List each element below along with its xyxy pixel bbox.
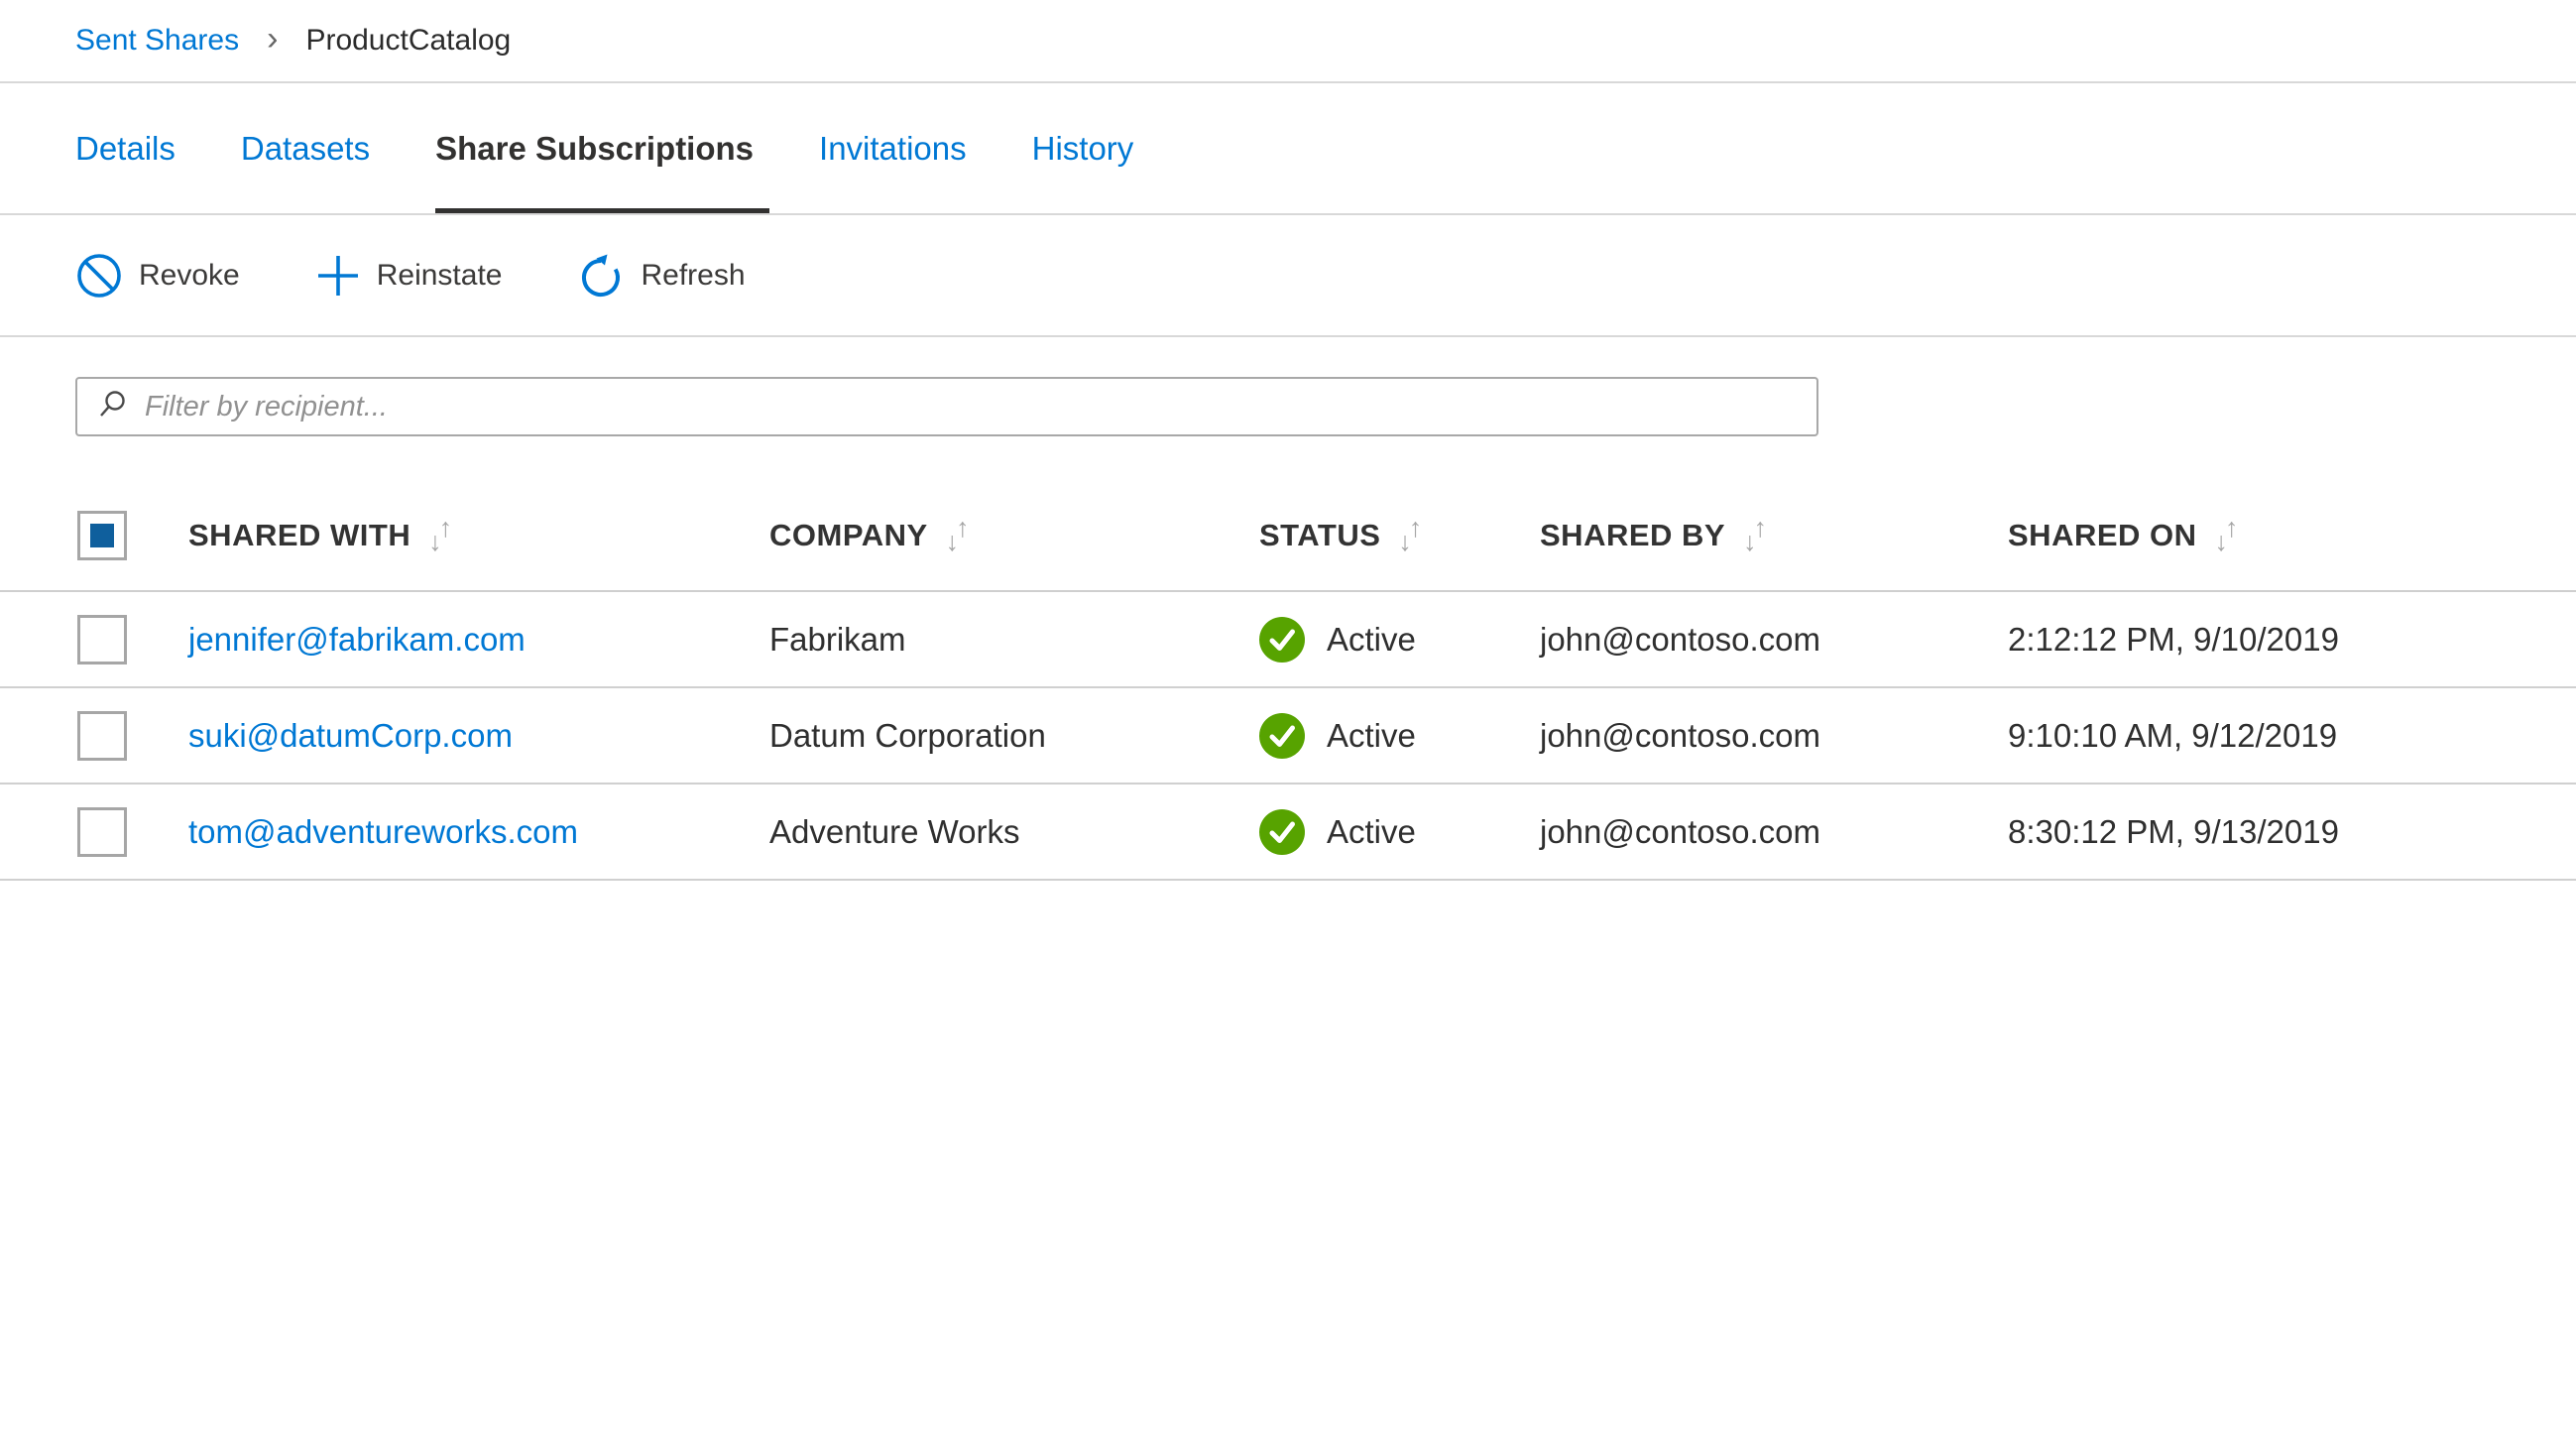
tab-details[interactable]: Details xyxy=(75,83,176,213)
checkbox-indeterminate-mark xyxy=(90,524,114,547)
tab-history[interactable]: History xyxy=(1032,83,1134,213)
column-header-shared-with[interactable]: SHARED WITH ↓↑ xyxy=(188,480,769,591)
tab-bar: Details Datasets Share Subscriptions Inv… xyxy=(0,83,2576,215)
blocked-circle-icon xyxy=(75,252,123,300)
refresh-label: Refresh xyxy=(641,259,745,293)
tab-invitations[interactable]: Invitations xyxy=(819,83,967,213)
tab-share-subscriptions[interactable]: Share Subscriptions xyxy=(435,83,754,213)
table-header-row: SHARED WITH ↓↑ COMPANY ↓↑ STATUS ↓↑ SHAR… xyxy=(0,480,2576,591)
filter-box xyxy=(75,377,1818,436)
reinstate-button[interactable]: Reinstate xyxy=(315,253,503,299)
reinstate-label: Reinstate xyxy=(377,259,503,293)
row-checkbox[interactable] xyxy=(77,711,127,761)
search-icon xyxy=(97,389,145,425)
shared-by-cell: john@contoso.com xyxy=(1540,591,2008,687)
refresh-button[interactable]: Refresh xyxy=(577,252,745,300)
sort-icon: ↓↑ xyxy=(946,520,970,550)
row-checkbox[interactable] xyxy=(77,807,127,857)
shared-on-cell: 2:12:12 PM, 9/10/2019 xyxy=(2008,591,2576,687)
plus-icon xyxy=(315,253,361,299)
breadcrumb-current-page: ProductCatalog xyxy=(305,24,511,58)
sort-icon: ↓↑ xyxy=(1398,520,1422,550)
column-header-shared-on[interactable]: SHARED ON ↓↑ xyxy=(2008,480,2576,591)
company-cell: Datum Corporation xyxy=(769,687,1259,784)
status-active-icon xyxy=(1259,617,1305,663)
shared-with-link[interactable]: jennifer@fabrikam.com xyxy=(188,621,526,658)
shared-on-cell: 9:10:10 AM, 9/12/2019 xyxy=(2008,687,2576,784)
shared-on-cell: 8:30:12 PM, 9/13/2019 xyxy=(2008,784,2576,880)
column-header-shared-by[interactable]: SHARED BY ↓↑ xyxy=(1540,480,2008,591)
sort-icon: ↓↑ xyxy=(428,520,452,550)
breadcrumb-sent-shares-link[interactable]: Sent Shares xyxy=(75,24,239,58)
status-label: Active xyxy=(1327,621,1416,659)
share-subscriptions-table: SHARED WITH ↓↑ COMPANY ↓↑ STATUS ↓↑ SHAR… xyxy=(0,480,2576,881)
chevron-right-icon: › xyxy=(267,22,278,56)
shared-by-cell: john@contoso.com xyxy=(1540,687,2008,784)
company-cell: Fabrikam xyxy=(769,591,1259,687)
revoke-button[interactable]: Revoke xyxy=(75,252,240,300)
shared-with-link[interactable]: suki@datumCorp.com xyxy=(188,717,513,754)
status-active-icon xyxy=(1259,713,1305,759)
status-label: Active xyxy=(1327,813,1416,851)
column-header-company[interactable]: COMPANY ↓↑ xyxy=(769,480,1259,591)
status-label: Active xyxy=(1327,717,1416,755)
column-header-status[interactable]: STATUS ↓↑ xyxy=(1259,480,1540,591)
tab-datasets[interactable]: Datasets xyxy=(241,83,370,213)
filter-by-recipient-input[interactable] xyxy=(145,379,1797,434)
company-cell: Adventure Works xyxy=(769,784,1259,880)
refresh-icon xyxy=(577,252,625,300)
command-bar: Revoke Reinstate Refresh xyxy=(0,215,2576,337)
select-all-checkbox[interactable] xyxy=(77,511,127,560)
shared-with-link[interactable]: tom@adventureworks.com xyxy=(188,813,578,850)
table-row: jennifer@fabrikam.com Fabrikam Active jo… xyxy=(0,591,2576,687)
revoke-label: Revoke xyxy=(139,259,240,293)
sort-icon: ↓↑ xyxy=(2215,520,2239,550)
breadcrumb: Sent Shares › ProductCatalog xyxy=(0,0,2576,83)
table-row: tom@adventureworks.com Adventure Works A… xyxy=(0,784,2576,880)
filter-section xyxy=(0,337,2576,436)
row-checkbox[interactable] xyxy=(77,615,127,664)
status-active-icon xyxy=(1259,809,1305,855)
sort-icon: ↓↑ xyxy=(1743,520,1767,550)
shared-by-cell: john@contoso.com xyxy=(1540,784,2008,880)
table-row: suki@datumCorp.com Datum Corporation Act… xyxy=(0,687,2576,784)
